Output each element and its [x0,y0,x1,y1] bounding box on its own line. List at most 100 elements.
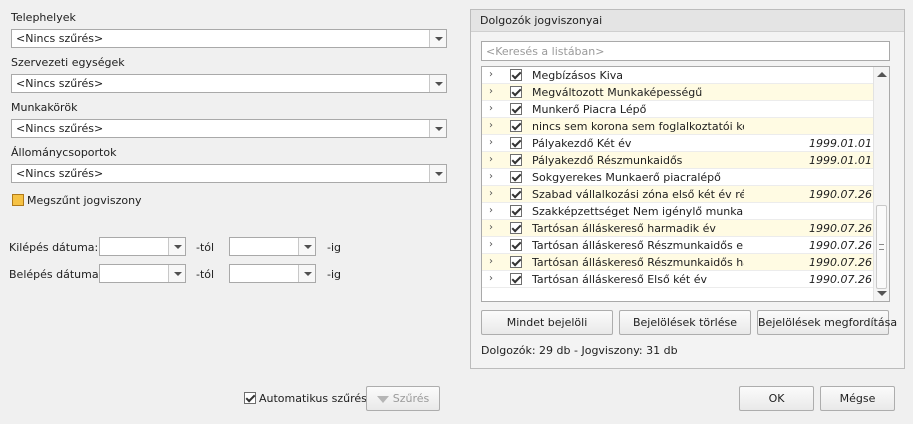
vertical-scrollbar[interactable] [873,67,889,301]
list-item[interactable]: › nincs sem korona sem foglalkoztatói ked… [482,118,874,135]
chevron-right-icon[interactable]: › [489,274,497,284]
row-name: Pályakezdő Részmunkaidős [532,154,683,167]
auto-filter-label: Automatikus szűrés [259,392,367,405]
list-item[interactable]: › Szakképzettséget Nem igénylő munkakör [482,203,874,220]
row-checkbox[interactable] [510,239,522,251]
scroll-up-icon[interactable] [877,72,887,77]
row-checkbox[interactable] [510,137,522,149]
kilepes-to-date[interactable] [229,237,316,256]
chevron-down-icon[interactable] [298,238,315,255]
cancel-button[interactable]: Mégse [820,386,895,411]
row-name: Munkerő Piacra Lépő [532,103,647,116]
row-checkbox[interactable] [510,86,522,98]
row-name: Sokgyerekes Munkaerő piacralépő [532,171,721,184]
list-item[interactable]: › Megváltozott Munkaképességű [482,84,874,101]
szervezeti-label: Szervezeti egységek [11,56,125,69]
chevron-right-icon[interactable]: › [489,121,497,131]
szervezeti-combo[interactable]: <Nincs szűrés> [11,74,447,93]
kilepes-from-date[interactable] [99,237,186,256]
row-name: Tartósan álláskereső Részmunkaidős harma… [532,256,744,269]
invert-selection-button[interactable]: Bejelölések megfordítása [757,310,897,335]
clear-selection-label: Bejelölések törlése [632,316,737,329]
telephelyek-value: <Nincs szűrés> [16,32,104,45]
munkakorok-value: <Nincs szűrés> [16,122,104,135]
list-item[interactable]: › Pályakezdő Részmunkaidős 1999.01.01 [482,152,874,169]
row-name: nincs sem korona sem foglalkoztatói kedv… [532,120,744,133]
telephelyek-label: Telephelyek [11,11,76,24]
chevron-right-icon[interactable]: › [489,87,497,97]
row-checkbox[interactable] [510,171,522,183]
row-checkbox[interactable] [510,188,522,200]
row-checkbox[interactable] [510,154,522,166]
list-item[interactable]: › Tartósan álláskereső harmadik év 1990.07… [482,220,874,237]
chevron-down-icon[interactable] [429,165,446,182]
chevron-right-icon[interactable]: › [489,223,497,233]
chevron-down-icon[interactable] [429,75,446,92]
scroll-down-icon[interactable] [877,291,887,296]
chevron-down-icon[interactable] [298,265,315,282]
megszunt-label: Megszűnt jogviszony [27,194,142,207]
list-item[interactable]: › Tartósan álláskereső Első két év 1990.07… [482,271,874,288]
panel-title: Dolgozók jogviszonyai [471,10,904,32]
row-name: Szabad vállalkozási zóna első két év rés… [532,188,744,201]
scrollbar-thumb[interactable] [876,205,887,289]
chevron-right-icon[interactable]: › [489,155,497,165]
row-checkbox[interactable] [510,273,522,285]
row-checkbox[interactable] [510,222,522,234]
ok-label: OK [768,392,785,405]
search-input[interactable]: <Keresés a listában> [481,41,890,61]
row-checkbox[interactable] [510,205,522,217]
chevron-right-icon[interactable]: › [489,138,497,148]
list-item[interactable]: › Sokgyerekes Munkaerő piacralépő [482,169,874,186]
ok-button[interactable]: OK [739,386,814,411]
filter-button[interactable]: Szűrés [366,386,440,411]
row-checkbox[interactable] [510,69,522,81]
row-checkbox[interactable] [510,256,522,268]
chevron-right-icon[interactable]: › [489,172,497,182]
row-name: Megváltozott Munkaképességű [532,86,703,99]
row-checkbox[interactable] [510,120,522,132]
chevron-down-icon[interactable] [429,30,446,47]
belepes-to-date[interactable] [229,264,316,283]
chevron-right-icon[interactable]: › [489,257,497,267]
belepes-from-date[interactable] [99,264,186,283]
row-date: 1999.01.01 [809,137,872,150]
row-name: Pályakezdő Két év [532,137,632,150]
allomany-label: Állománycsoportok [11,146,117,159]
auto-filter-checkbox[interactable] [244,392,256,404]
szervezeti-value: <Nincs szűrés> [16,77,104,90]
megszunt-checkbox[interactable] [12,194,24,206]
kilepes-ig-label: -ig [327,241,342,254]
select-all-button[interactable]: Mindet bejelöli [481,310,613,335]
list-item[interactable]: › Szabad vállalkozási zóna első két év ré… [482,186,874,203]
list-item[interactable]: › Megbízásos Kiva [482,67,874,84]
jogviszony-list[interactable]: › Megbízásos Kiva › Megváltozott Munkaképes… [481,66,890,302]
allomany-combo[interactable]: <Nincs szűrés> [11,164,447,183]
chevron-down-icon[interactable] [429,120,446,137]
allomany-value: <Nincs szűrés> [16,167,104,180]
kilepes-label: Kilépés dátuma: [9,241,99,254]
munkakorok-combo[interactable]: <Nincs szűrés> [11,119,447,138]
list-item[interactable]: › Tartósan álláskereső Részmunkaidős első… [482,237,874,254]
chevron-right-icon[interactable]: › [489,206,497,216]
row-checkbox[interactable] [510,103,522,115]
grip-icon [879,244,884,250]
clear-selection-button[interactable]: Bejelölések törlése [619,310,751,335]
row-date: 1990.07.26 [809,256,872,269]
cancel-label: Mégse [839,392,876,405]
chevron-right-icon[interactable]: › [489,240,497,250]
row-date: 1990.07.26 [809,188,872,201]
chevron-right-icon[interactable]: › [489,189,497,199]
list-item[interactable]: › Tartósan álláskereső Részmunkaidős harm… [482,254,874,271]
row-name: Megbízásos Kiva [532,69,624,82]
list-item[interactable]: › Pályakezdő Két év 1999.01.01 [482,135,874,152]
list-item[interactable]: › Munkerő Piacra Lépő [482,101,874,118]
telephelyek-combo[interactable]: <Nincs szűrés> [11,29,447,48]
chevron-right-icon[interactable]: › [489,70,497,80]
chevron-down-icon[interactable] [168,265,185,282]
row-name: Tartósan álláskereső Első két év [532,273,708,286]
chevron-right-icon[interactable]: › [489,104,497,114]
search-placeholder: <Keresés a listában> [486,45,605,58]
select-all-label: Mindet bejelöli [506,316,588,329]
chevron-down-icon[interactable] [168,238,185,255]
